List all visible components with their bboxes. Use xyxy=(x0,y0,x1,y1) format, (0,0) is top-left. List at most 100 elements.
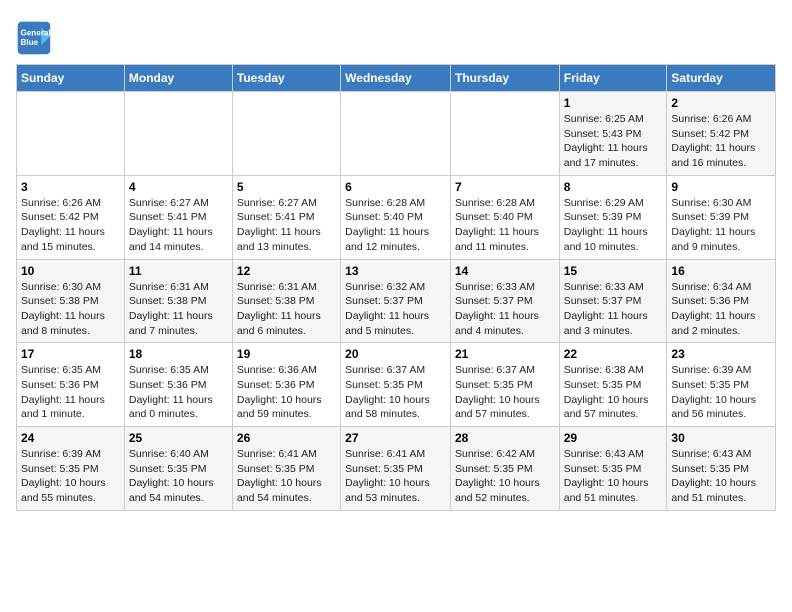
day-number: 11 xyxy=(129,264,228,278)
day-number: 9 xyxy=(671,180,771,194)
day-number: 5 xyxy=(237,180,336,194)
day-info: Sunrise: 6:34 AM Sunset: 5:36 PM Dayligh… xyxy=(671,280,771,339)
day-cell: 29 Sunrise: 6:43 AM Sunset: 5:35 PM Dayli… xyxy=(559,427,667,511)
day-number: 19 xyxy=(237,347,336,361)
day-number: 27 xyxy=(345,431,446,445)
day-number: 13 xyxy=(345,264,446,278)
col-header-tuesday: Tuesday xyxy=(232,65,340,92)
day-info: Sunrise: 6:36 AM Sunset: 5:36 PM Dayligh… xyxy=(237,363,336,422)
week-row-4: 24 Sunrise: 6:39 AM Sunset: 5:35 PM Dayli… xyxy=(17,427,776,511)
svg-text:General: General xyxy=(21,28,51,37)
day-cell: 20 Sunrise: 6:37 AM Sunset: 5:35 PM Dayli… xyxy=(341,343,451,427)
day-cell: 4 Sunrise: 6:27 AM Sunset: 5:41 PM Daylig… xyxy=(124,175,232,259)
day-info: Sunrise: 6:43 AM Sunset: 5:35 PM Dayligh… xyxy=(564,447,663,506)
day-cell: 2 Sunrise: 6:26 AM Sunset: 5:42 PM Daylig… xyxy=(667,92,776,176)
day-number: 4 xyxy=(129,180,228,194)
day-number: 2 xyxy=(671,96,771,110)
day-info: Sunrise: 6:43 AM Sunset: 5:35 PM Dayligh… xyxy=(671,447,771,506)
day-number: 24 xyxy=(21,431,120,445)
day-cell xyxy=(341,92,451,176)
day-cell: 18Sunrise: 6:35 AM Sunset: 5:36 PM Dayli… xyxy=(124,343,232,427)
day-cell: 7 Sunrise: 6:28 AM Sunset: 5:40 PM Daylig… xyxy=(450,175,559,259)
day-number: 12 xyxy=(237,264,336,278)
day-info: Sunrise: 6:39 AM Sunset: 5:35 PM Dayligh… xyxy=(671,363,771,422)
day-info: Sunrise: 6:29 AM Sunset: 5:39 PM Dayligh… xyxy=(564,196,663,255)
day-number: 14 xyxy=(455,264,555,278)
day-number: 29 xyxy=(564,431,663,445)
day-number: 28 xyxy=(455,431,555,445)
day-cell xyxy=(17,92,125,176)
day-cell xyxy=(232,92,340,176)
week-row-2: 10 Sunrise: 6:30 AM Sunset: 5:38 PM Dayli… xyxy=(17,259,776,343)
day-number: 16 xyxy=(671,264,771,278)
day-info: Sunrise: 6:31 AM Sunset: 5:38 PM Dayligh… xyxy=(237,280,336,339)
day-number: 23 xyxy=(671,347,771,361)
day-cell: 17 Sunrise: 6:35 AM Sunset: 5:36 PM Dayli… xyxy=(17,343,125,427)
day-info: Sunrise: 6:42 AM Sunset: 5:35 PM Dayligh… xyxy=(455,447,555,506)
day-cell: 13 Sunrise: 6:32 AM Sunset: 5:37 PM Dayli… xyxy=(341,259,451,343)
day-cell: 24 Sunrise: 6:39 AM Sunset: 5:35 PM Dayli… xyxy=(17,427,125,511)
day-info: Sunrise: 6:32 AM Sunset: 5:37 PM Dayligh… xyxy=(345,280,446,339)
day-cell: 5 Sunrise: 6:27 AM Sunset: 5:41 PM Daylig… xyxy=(232,175,340,259)
day-number: 21 xyxy=(455,347,555,361)
col-header-saturday: Saturday xyxy=(667,65,776,92)
day-info: Sunrise: 6:37 AM Sunset: 5:35 PM Dayligh… xyxy=(345,363,446,422)
header-row: SundayMondayTuesdayWednesdayThursdayFrid… xyxy=(17,65,776,92)
day-cell: 1 Sunrise: 6:25 AM Sunset: 5:43 PM Daylig… xyxy=(559,92,667,176)
day-cell: 25 Sunrise: 6:40 AM Sunset: 5:35 PM Dayli… xyxy=(124,427,232,511)
day-cell: 23 Sunrise: 6:39 AM Sunset: 5:35 PM Dayli… xyxy=(667,343,776,427)
calendar-table: SundayMondayTuesdayWednesdayThursdayFrid… xyxy=(16,64,776,511)
day-number: 30 xyxy=(671,431,771,445)
day-info: Sunrise: 6:30 AM Sunset: 5:39 PM Dayligh… xyxy=(671,196,771,255)
day-cell: 22Sunrise: 6:38 AM Sunset: 5:35 PM Dayli… xyxy=(559,343,667,427)
week-row-3: 17 Sunrise: 6:35 AM Sunset: 5:36 PM Dayli… xyxy=(17,343,776,427)
day-number: 22 xyxy=(564,347,663,361)
day-info: Sunrise: 6:26 AM Sunset: 5:42 PM Dayligh… xyxy=(671,112,771,171)
day-info: Sunrise: 6:28 AM Sunset: 5:40 PM Dayligh… xyxy=(345,196,446,255)
page-header: General Blue xyxy=(16,16,776,56)
day-info: Sunrise: 6:25 AM Sunset: 5:43 PM Dayligh… xyxy=(564,112,663,171)
day-info: Sunrise: 6:28 AM Sunset: 5:40 PM Dayligh… xyxy=(455,196,555,255)
day-info: Sunrise: 6:41 AM Sunset: 5:35 PM Dayligh… xyxy=(345,447,446,506)
day-cell xyxy=(450,92,559,176)
day-number: 26 xyxy=(237,431,336,445)
svg-text:Blue: Blue xyxy=(21,38,39,47)
col-header-monday: Monday xyxy=(124,65,232,92)
day-number: 6 xyxy=(345,180,446,194)
day-cell: 6 Sunrise: 6:28 AM Sunset: 5:40 PM Daylig… xyxy=(341,175,451,259)
day-info: Sunrise: 6:27 AM Sunset: 5:41 PM Dayligh… xyxy=(129,196,228,255)
day-cell: 9 Sunrise: 6:30 AM Sunset: 5:39 PM Daylig… xyxy=(667,175,776,259)
day-number: 25 xyxy=(129,431,228,445)
day-cell: 10 Sunrise: 6:30 AM Sunset: 5:38 PM Dayli… xyxy=(17,259,125,343)
day-info: Sunrise: 6:39 AM Sunset: 5:35 PM Dayligh… xyxy=(21,447,120,506)
day-cell xyxy=(124,92,232,176)
day-number: 10 xyxy=(21,264,120,278)
day-number: 18 xyxy=(129,347,228,361)
day-number: 1 xyxy=(564,96,663,110)
day-number: 17 xyxy=(21,347,120,361)
day-cell: 16 Sunrise: 6:34 AM Sunset: 5:36 PM Dayli… xyxy=(667,259,776,343)
day-info: Sunrise: 6:41 AM Sunset: 5:35 PM Dayligh… xyxy=(237,447,336,506)
day-info: Sunrise: 6:27 AM Sunset: 5:41 PM Dayligh… xyxy=(237,196,336,255)
day-cell: 19 Sunrise: 6:36 AM Sunset: 5:36 PM Dayli… xyxy=(232,343,340,427)
day-cell: 26 Sunrise: 6:41 AM Sunset: 5:35 PM Dayli… xyxy=(232,427,340,511)
logo-icon: General Blue xyxy=(16,20,52,56)
day-info: Sunrise: 6:40 AM Sunset: 5:35 PM Dayligh… xyxy=(129,447,228,506)
day-info: Sunrise: 6:35 AM Sunset: 5:36 PM Dayligh… xyxy=(21,363,120,422)
col-header-friday: Friday xyxy=(559,65,667,92)
week-row-0: 1 Sunrise: 6:25 AM Sunset: 5:43 PM Daylig… xyxy=(17,92,776,176)
day-info: Sunrise: 6:37 AM Sunset: 5:35 PM Dayligh… xyxy=(455,363,555,422)
day-cell: 21 Sunrise: 6:37 AM Sunset: 5:35 PM Dayli… xyxy=(450,343,559,427)
day-info: Sunrise: 6:30 AM Sunset: 5:38 PM Dayligh… xyxy=(21,280,120,339)
week-row-1: 3Sunrise: 6:26 AM Sunset: 5:42 PM Daylig… xyxy=(17,175,776,259)
col-header-thursday: Thursday xyxy=(450,65,559,92)
day-cell: 28 Sunrise: 6:42 AM Sunset: 5:35 PM Dayli… xyxy=(450,427,559,511)
day-cell: 12 Sunrise: 6:31 AM Sunset: 5:38 PM Dayli… xyxy=(232,259,340,343)
day-number: 7 xyxy=(455,180,555,194)
day-number: 15 xyxy=(564,264,663,278)
day-number: 8 xyxy=(564,180,663,194)
day-number: 3 xyxy=(21,180,120,194)
logo: General Blue xyxy=(16,20,56,56)
day-number: 20 xyxy=(345,347,446,361)
day-cell: 27 Sunrise: 6:41 AM Sunset: 5:35 PM Dayli… xyxy=(341,427,451,511)
